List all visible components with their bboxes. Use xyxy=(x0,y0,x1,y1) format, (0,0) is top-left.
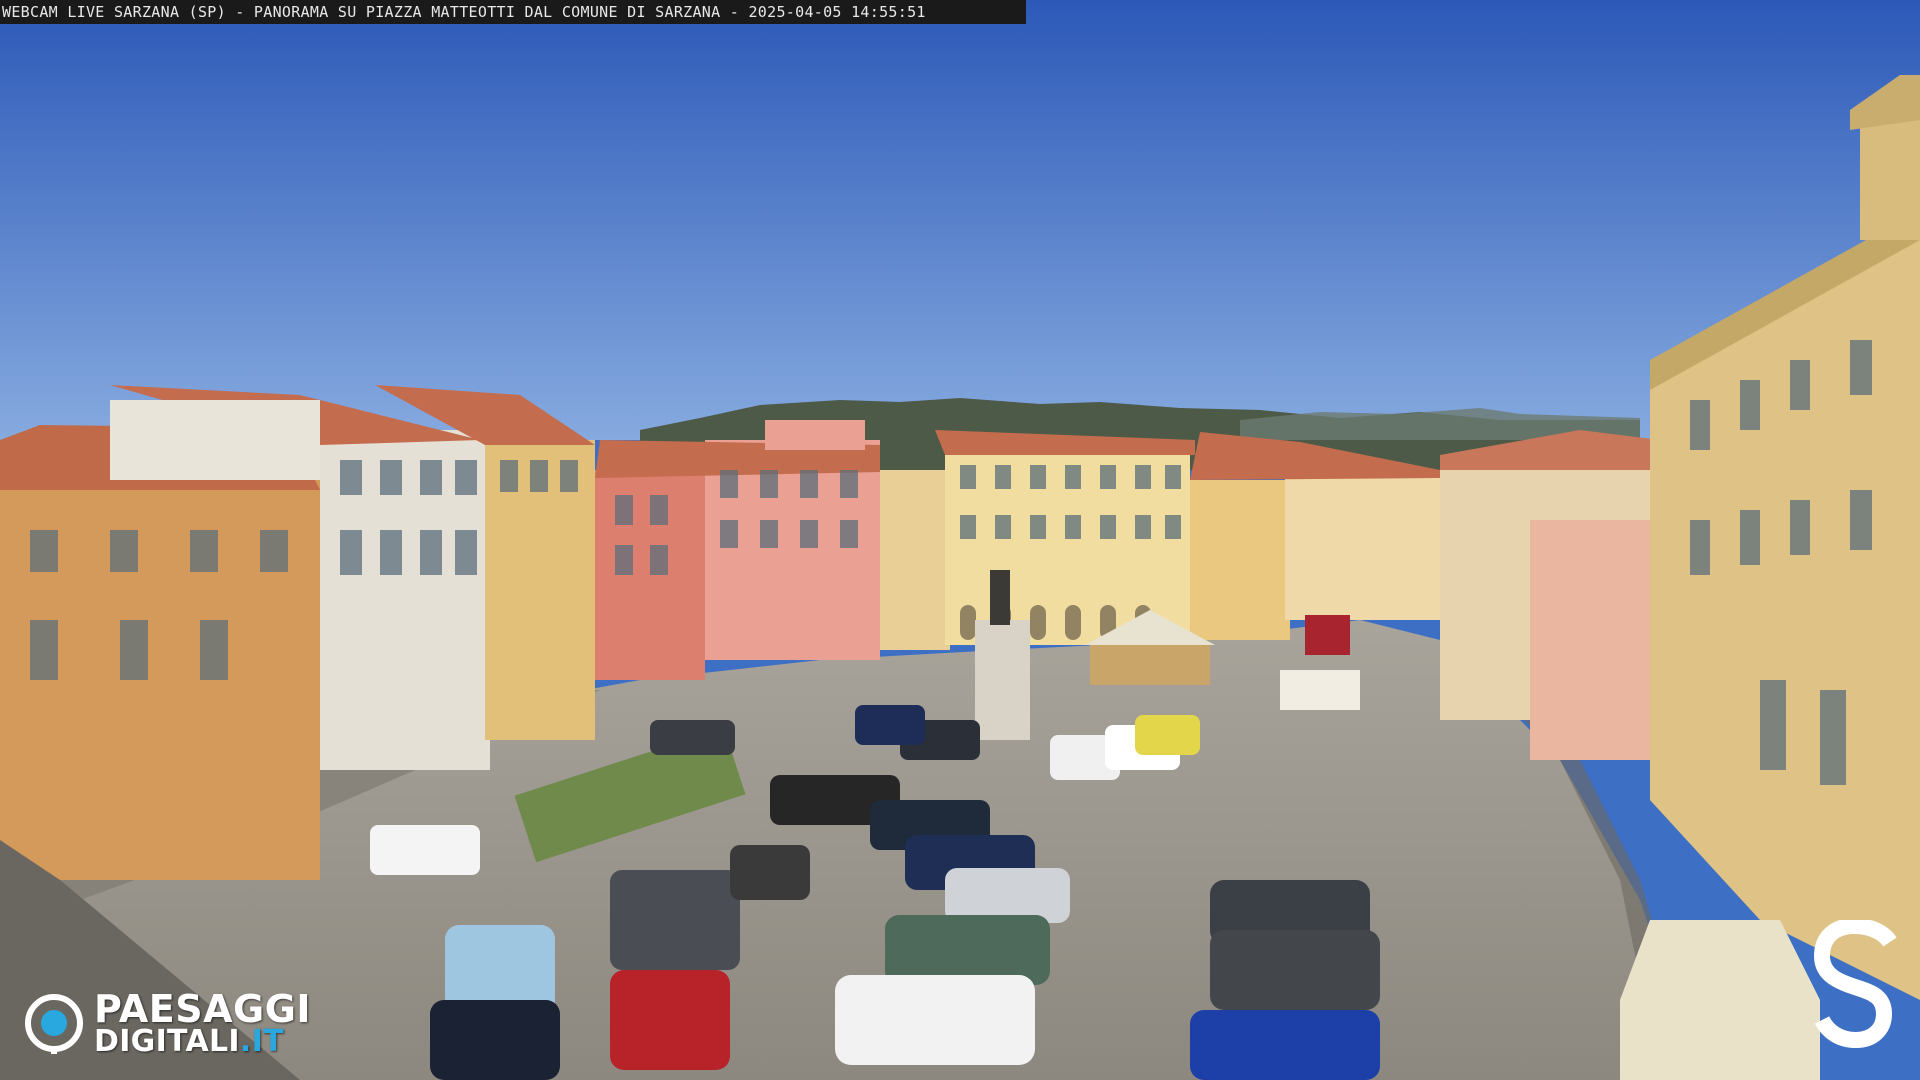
awning xyxy=(1620,920,1820,1080)
webcam-caption: WEBCAM LIVE SARZANA (SP) - PANORAMA SU P… xyxy=(2,3,926,21)
building-cream xyxy=(880,470,950,650)
logo-text-main: DIGITALI xyxy=(94,1024,240,1059)
piazza-scene xyxy=(0,0,1920,1080)
market-tents xyxy=(1280,670,1360,710)
paesaggi-digitali-logo: PAESAGGI DIGITALI.IT xyxy=(24,988,344,1058)
webcam-caption-bar: WEBCAM LIVE SARZANA (SP) - PANORAMA SU P… xyxy=(0,0,1026,24)
logo-text-line2: DIGITALI.IT xyxy=(94,1026,284,1058)
s-letter-logo xyxy=(1813,920,1897,1049)
eye-icon xyxy=(25,994,83,1054)
logo-text-line1: PAESAGGI xyxy=(94,987,312,1031)
logo-text-accent: .IT xyxy=(239,1024,284,1059)
monument xyxy=(975,620,1030,740)
sky xyxy=(0,0,1920,440)
